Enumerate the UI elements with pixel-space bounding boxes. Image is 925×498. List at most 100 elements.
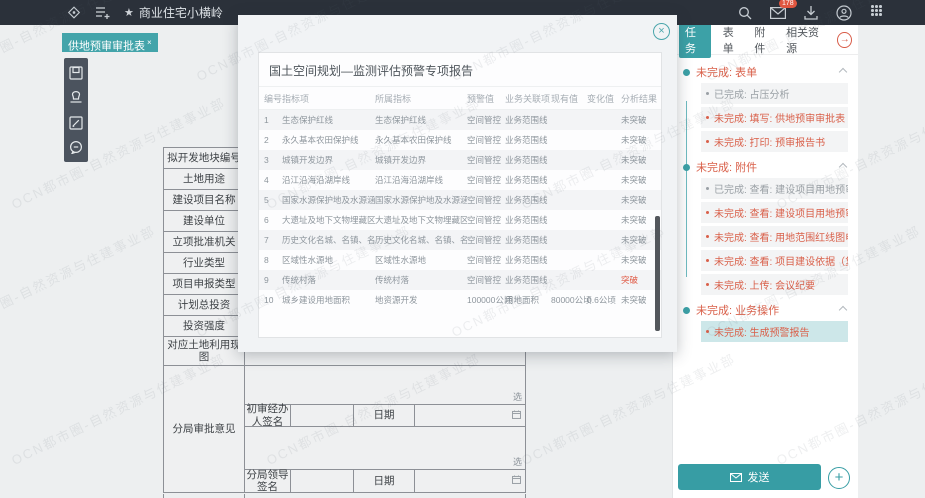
report-cell: 未突破 <box>621 174 657 186</box>
open-form-tab[interactable]: 供地预审审批表× <box>62 33 158 52</box>
task-group: 未完成: 表单已完成: 占压分析未完成: 填写: 供地预审审批表未完成: 打印:… <box>679 64 850 152</box>
report-cell: 未突破 <box>621 254 657 266</box>
task-item[interactable]: 未完成: 生成预警报告 <box>701 321 848 342</box>
task-group-header[interactable]: 未完成: 表单 <box>679 64 850 80</box>
report-table-row: 2永久基本农田保护线永久基本农田保护线空间管控业务范围线未突破 <box>259 130 661 150</box>
comment-icon[interactable] <box>69 141 83 154</box>
form-row-label: 立项批准机关 <box>164 232 244 252</box>
report-cell: 沿江沿海沿湖岸线 <box>375 174 467 186</box>
task-item[interactable]: 未完成: 打印: 预审报告书 <box>701 131 848 152</box>
report-cell: 大遗址及地下文物埋藏区 <box>282 214 375 226</box>
report-col-header: 变化值 <box>587 92 621 105</box>
calendar-icon[interactable] <box>512 475 521 487</box>
send-button[interactable]: 发送 <box>678 464 821 490</box>
report-cell: 历史文化名城、名镇、名村 <box>375 234 467 246</box>
star-icon[interactable]: ★ <box>124 6 134 19</box>
modal-close-icon[interactable]: × <box>653 23 670 40</box>
task-item[interactable]: 已完成: 占压分析 <box>701 83 848 104</box>
watermark-text: OCN都市圈-自然资源与住建事业部 <box>0 220 158 341</box>
report-cell: 业务范围线 <box>505 234 551 246</box>
add-button[interactable]: + <box>828 467 850 489</box>
report-cell: 未突破 <box>621 234 657 246</box>
app-grid-icon[interactable] <box>869 5 885 21</box>
circle-arrow-right-icon[interactable]: → <box>837 32 852 48</box>
table-scrollbar[interactable] <box>655 216 660 331</box>
report-cell: 9 <box>259 275 282 285</box>
sig2-input-cell[interactable] <box>291 470 353 492</box>
report-cell: 沿江沿海沿湖岸线 <box>282 174 375 186</box>
download-icon[interactable] <box>803 5 819 21</box>
task-item[interactable]: 已完成: 查看: 建设项目用地预审申请表... <box>701 178 848 199</box>
tab-附件[interactable]: 附件 <box>754 24 774 56</box>
warning-report-modal: × 国土空间规划—监测评估预警专项报告 编号指标项所属指标预警值业务关联项现有值… <box>238 15 677 352</box>
tab-close-icon[interactable]: × <box>147 38 152 47</box>
task-group-header[interactable]: 未完成: 附件 <box>679 159 850 175</box>
item-bullet <box>706 330 709 333</box>
task-item[interactable]: 未完成: 查看: 项目建设依据（复印件） <box>701 250 848 271</box>
report-cell: 城镇开发边界 <box>375 154 467 166</box>
report-table-rows: 1生态保护红线生态保护红线空间管控业务范围线未突破2永久基本农田保护线永久基本农… <box>259 110 661 310</box>
form-row-label: 对应土地利用现图 <box>164 337 244 365</box>
report-cell: 历史文化名城、名镇、名村 <box>282 234 375 246</box>
task-item[interactable]: 未完成: 查看: 建设项目用地预审申请报... <box>701 202 848 223</box>
report-cell: 业务范围线 <box>505 214 551 226</box>
app-logo-icon[interactable] <box>66 5 82 21</box>
chevron-up-icon[interactable] <box>839 306 847 314</box>
report-cell: 区域性水源地 <box>375 254 467 266</box>
date1-input-cell[interactable] <box>415 405 525 426</box>
calendar-icon[interactable] <box>512 409 521 421</box>
save-icon[interactable] <box>69 66 83 80</box>
report-cell: 空间管控 <box>467 134 505 146</box>
task-item[interactable]: 未完成: 上传: 会议纪要 <box>701 274 848 295</box>
report-cell: 业务范围线 <box>505 254 551 266</box>
form-row-label: 项目申报类型 <box>164 274 244 294</box>
report-cell: 用地面积 <box>505 294 551 306</box>
report-cell: 城乡建设用地面积 <box>282 294 375 306</box>
chevron-up-icon[interactable] <box>839 163 847 171</box>
report-cell: 空间管控 <box>467 114 505 126</box>
chevron-up-icon[interactable] <box>839 68 847 76</box>
report-cell: 地资源开发 <box>375 294 467 306</box>
report-table-row: 4沿江沿海沿湖岸线沿江沿海沿湖岸线空间管控业务范围线未突破 <box>259 170 661 190</box>
select-link[interactable]: 选 <box>513 392 522 402</box>
edit-icon[interactable] <box>69 116 83 130</box>
report-cell: 生态保护红线 <box>282 114 375 126</box>
opinion-cell-2[interactable]: 选 <box>245 427 525 469</box>
task-item[interactable]: 未完成: 查看: 用地范围红线图电子光盘 <box>701 226 848 247</box>
task-group: 未完成: 业务操作未完成: 生成预警报告 <box>679 302 850 342</box>
item-bullet <box>706 187 709 190</box>
task-item-label: 未完成: 查看: 项目建设依据（复印件） <box>714 253 848 268</box>
mail-icon[interactable]: 178 <box>770 5 786 21</box>
sig2-label: 分局领导签名 <box>245 470 290 492</box>
report-table-row: 10城乡建设用地面积地资源开发100000公顷用地面积80000公顷0.6公顷未… <box>259 290 661 310</box>
task-group-header[interactable]: 未完成: 业务操作 <box>679 302 850 318</box>
opinion-cell-1[interactable]: 选 <box>245 366 525 404</box>
date2-input-cell[interactable] <box>415 470 525 492</box>
date1-label: 日期 <box>354 405 414 426</box>
form-row-label: 土地用途 <box>164 169 244 189</box>
report-card: 国土空间规划—监测评估预警专项报告 编号指标项所属指标预警值业务关联项现有值变化… <box>258 52 662 338</box>
list-plus-icon[interactable] <box>95 5 111 21</box>
task-item[interactable]: 未完成: 填写: 供地预审审批表 <box>701 107 848 128</box>
tab-表单[interactable]: 表单 <box>723 24 743 56</box>
sig1-input-cell[interactable] <box>291 405 353 426</box>
report-title: 国土空间规划—监测评估预警专项报告 <box>259 53 661 86</box>
group-bullet <box>683 69 690 76</box>
tab-相关资源[interactable]: 相关资源 <box>786 24 825 56</box>
report-table-row: 3城镇开发边界城镇开发边界空间管控业务范围线未突破 <box>259 150 661 170</box>
select-link[interactable]: 选 <box>513 457 522 467</box>
report-cell: 10 <box>259 295 282 305</box>
report-cell: 空间管控 <box>467 174 505 186</box>
report-cell: 6 <box>259 215 282 225</box>
report-cell: 空间管控 <box>467 274 505 286</box>
form-row-label: 拟开发地块编号 <box>164 148 244 168</box>
report-cell: 未突破 <box>621 134 657 146</box>
stamp-icon[interactable] <box>69 91 83 105</box>
report-table-row: 1生态保护红线生态保护红线空间管控业务范围线未突破 <box>259 110 661 130</box>
report-cell: 未突破 <box>621 154 657 166</box>
tab-任务[interactable]: 任务 <box>679 22 711 58</box>
search-icon[interactable] <box>737 5 753 21</box>
user-icon[interactable] <box>836 5 852 21</box>
report-cell: 2 <box>259 135 282 145</box>
date2-label: 日期 <box>354 470 414 492</box>
